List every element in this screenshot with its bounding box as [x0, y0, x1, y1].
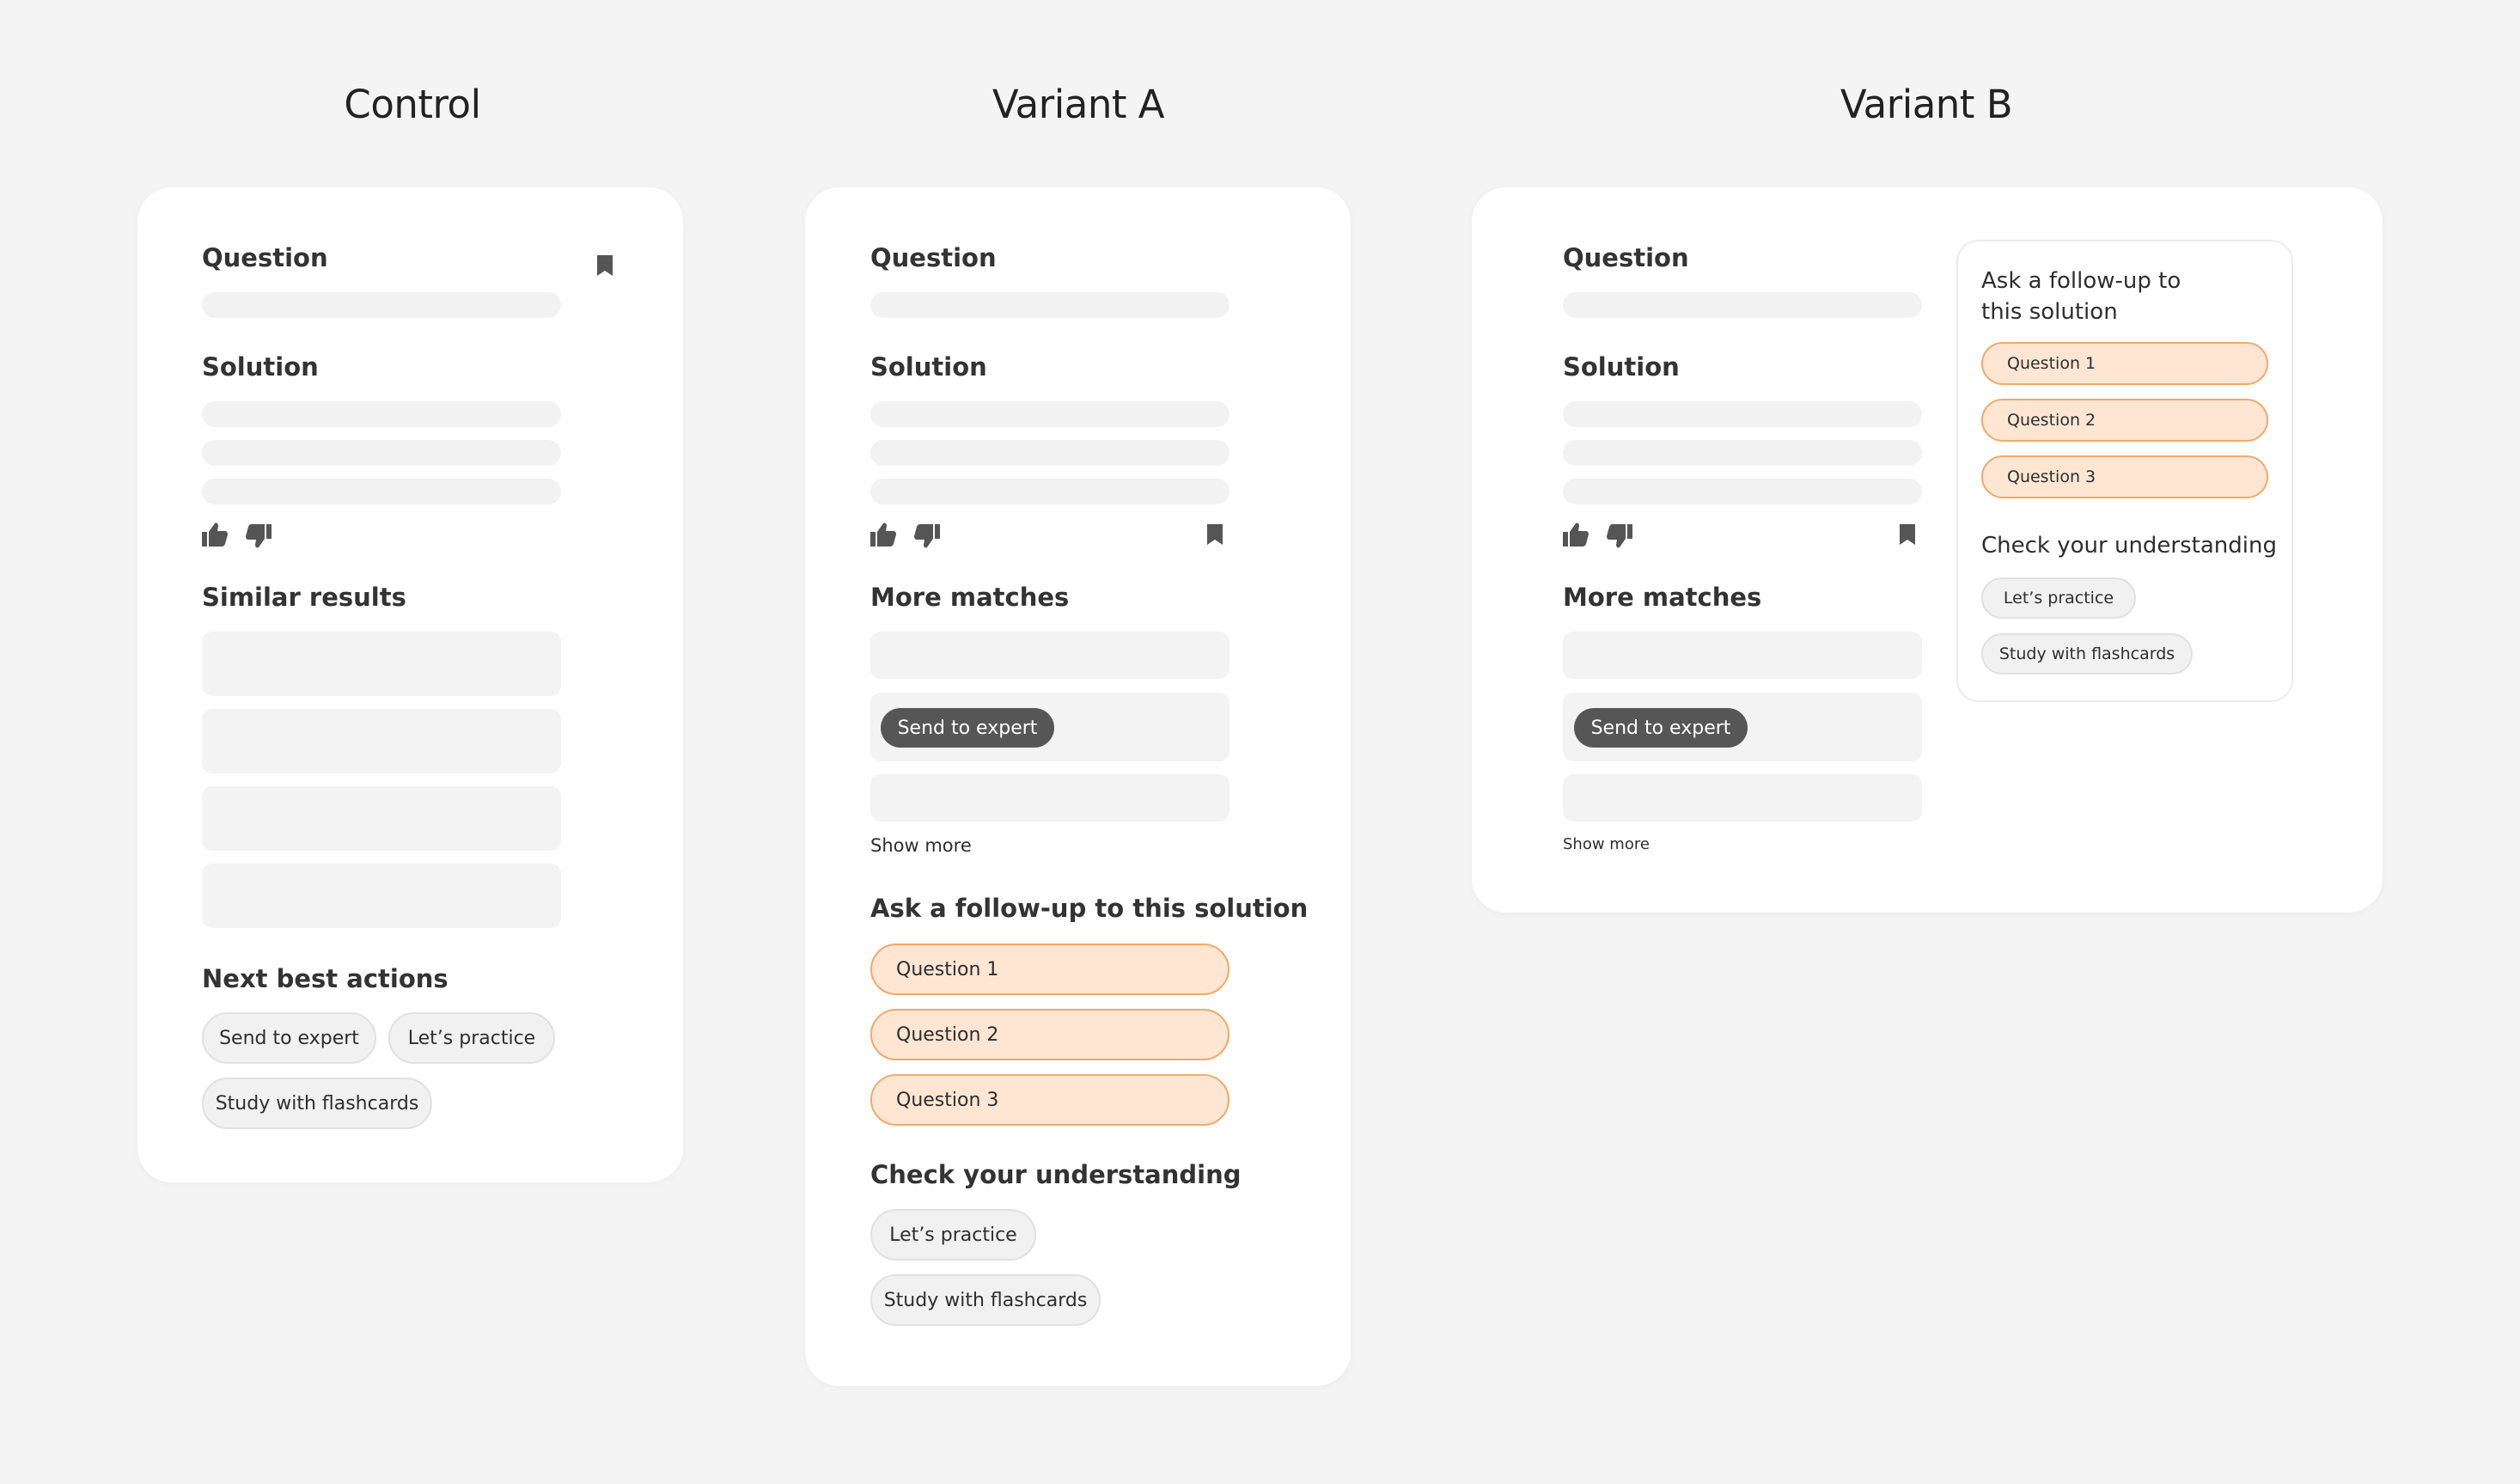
- thumbs-down-icon[interactable]: [245, 523, 272, 549]
- study-flashcards-chip[interactable]: Study with flashcards: [202, 1078, 432, 1129]
- solution-placeholder-line: [870, 440, 1229, 466]
- thumbs-up-icon[interactable]: [869, 522, 897, 547]
- show-more-link[interactable]: Show more: [1563, 835, 1650, 853]
- thumbs-up-icon[interactable]: [201, 522, 229, 547]
- study-flashcards-chip[interactable]: Study with flashcards: [1981, 633, 2193, 675]
- thumbs-down-icon[interactable]: [913, 523, 941, 549]
- follow-up-question-pill[interactable]: Question 1: [870, 944, 1229, 995]
- thumbs-up-icon[interactable]: [1562, 522, 1589, 547]
- solution-placeholder-line: [870, 479, 1229, 504]
- lets-practice-chip[interactable]: Let’s practice: [388, 1012, 555, 1064]
- similar-result-item[interactable]: [202, 632, 561, 696]
- follow-up-question-pill[interactable]: Question 3: [1981, 455, 2268, 498]
- solution-placeholder-line: [1563, 479, 1922, 504]
- check-understanding-label: Check your understanding: [870, 1160, 1242, 1189]
- follow-up-question-pill[interactable]: Question 3: [870, 1074, 1229, 1126]
- lets-practice-chip[interactable]: Let’s practice: [1981, 577, 2136, 619]
- lets-practice-chip[interactable]: Let’s practice: [870, 1209, 1036, 1261]
- next-best-actions-label: Next best actions: [202, 964, 448, 993]
- solution-placeholder-line: [202, 440, 561, 466]
- question-placeholder: [1563, 292, 1922, 318]
- similar-result-item[interactable]: [202, 709, 561, 773]
- solution-placeholder-line: [202, 479, 561, 504]
- variant-b-title: Variant B: [1840, 82, 2013, 127]
- bookmark-icon[interactable]: [596, 254, 613, 277]
- solution-placeholder-line: [202, 401, 561, 427]
- follow-up-question-pill[interactable]: Question 1: [1981, 342, 2268, 385]
- question-placeholder: [202, 292, 561, 318]
- follow-up-question-pill[interactable]: Question 2: [1981, 399, 2268, 442]
- similar-result-item[interactable]: [202, 786, 561, 851]
- match-item[interactable]: [1563, 774, 1922, 821]
- solution-placeholder-line: [870, 401, 1229, 427]
- solution-placeholder-line: [1563, 440, 1922, 466]
- control-title: Control: [344, 82, 481, 127]
- send-to-expert-button[interactable]: Send to expert: [881, 708, 1054, 748]
- match-item[interactable]: [1563, 632, 1922, 679]
- check-understanding-label: Check your understanding: [1981, 533, 2277, 559]
- solution-label: Solution: [870, 352, 987, 382]
- follow-up-label: Ask a follow-up to this solution: [870, 894, 1309, 923]
- follow-up-label-line2: this solution: [1981, 299, 2118, 325]
- match-item[interactable]: [870, 774, 1229, 821]
- thumbs-down-icon[interactable]: [1606, 523, 1633, 549]
- study-flashcards-chip[interactable]: Study with flashcards: [870, 1274, 1101, 1326]
- send-to-expert-chip[interactable]: Send to expert: [202, 1012, 376, 1064]
- more-matches-label: More matches: [870, 583, 1070, 612]
- solution-label: Solution: [1563, 352, 1680, 382]
- similar-result-item[interactable]: [202, 864, 561, 928]
- question-label: Question: [202, 243, 328, 272]
- question-placeholder: [870, 292, 1229, 318]
- solution-placeholder-line: [1563, 401, 1922, 427]
- match-item[interactable]: [870, 632, 1229, 679]
- similar-results-label: Similar results: [202, 583, 406, 612]
- solution-label: Solution: [202, 352, 319, 382]
- show-more-link[interactable]: Show more: [870, 835, 972, 856]
- bookmark-icon[interactable]: [1206, 523, 1223, 546]
- question-label: Question: [1563, 243, 1689, 272]
- follow-up-question-pill[interactable]: Question 2: [870, 1009, 1229, 1060]
- more-matches-label: More matches: [1563, 583, 1762, 612]
- bookmark-icon[interactable]: [1899, 523, 1916, 546]
- send-to-expert-button[interactable]: Send to expert: [1574, 708, 1748, 748]
- question-label: Question: [870, 243, 997, 272]
- follow-up-label-line1: Ask a follow-up to: [1981, 268, 2181, 294]
- variant-a-title: Variant A: [992, 82, 1165, 127]
